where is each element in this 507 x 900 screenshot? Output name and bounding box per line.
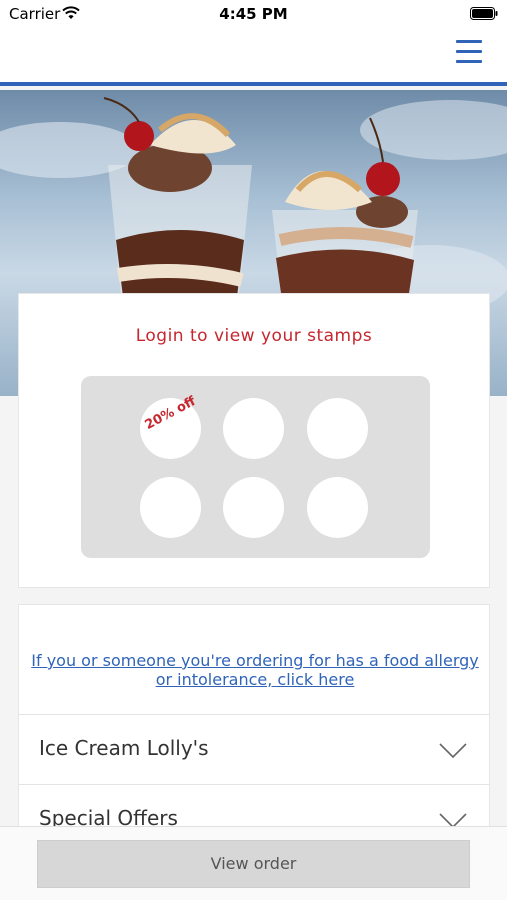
battery-icon <box>470 7 498 20</box>
reward-label: 20% off <box>142 393 199 434</box>
stamp-slot <box>307 477 368 538</box>
stamp-slot <box>140 477 201 538</box>
bottom-bar: View order <box>0 826 507 900</box>
login-to-view-stamps-link[interactable]: Login to view your stamps <box>19 326 489 346</box>
hamburger-menu-icon[interactable] <box>456 40 482 64</box>
stamp-slot <box>307 398 368 459</box>
view-order-button[interactable]: View order <box>37 840 470 888</box>
category-label: Ice Cream Lolly's <box>39 736 209 760</box>
stamp-slot-reward: 20% off <box>140 394 201 459</box>
allergy-info-link[interactable]: If you or someone you're ordering for ha… <box>31 651 479 689</box>
category-row-ice-cream-lollys[interactable]: Ice Cream Lolly's <box>19 714 489 784</box>
stamp-slot <box>223 398 284 459</box>
stamp-grid: 20% off <box>81 376 430 558</box>
stamp-slot <box>223 477 284 538</box>
chevron-down-icon <box>439 743 467 759</box>
nav-bar <box>0 28 507 86</box>
status-bar: Carrier 4:45 PM <box>0 0 507 28</box>
loyalty-stamp-card: Login to view your stamps 20% off <box>18 293 490 588</box>
clock: 4:45 PM <box>219 5 288 23</box>
